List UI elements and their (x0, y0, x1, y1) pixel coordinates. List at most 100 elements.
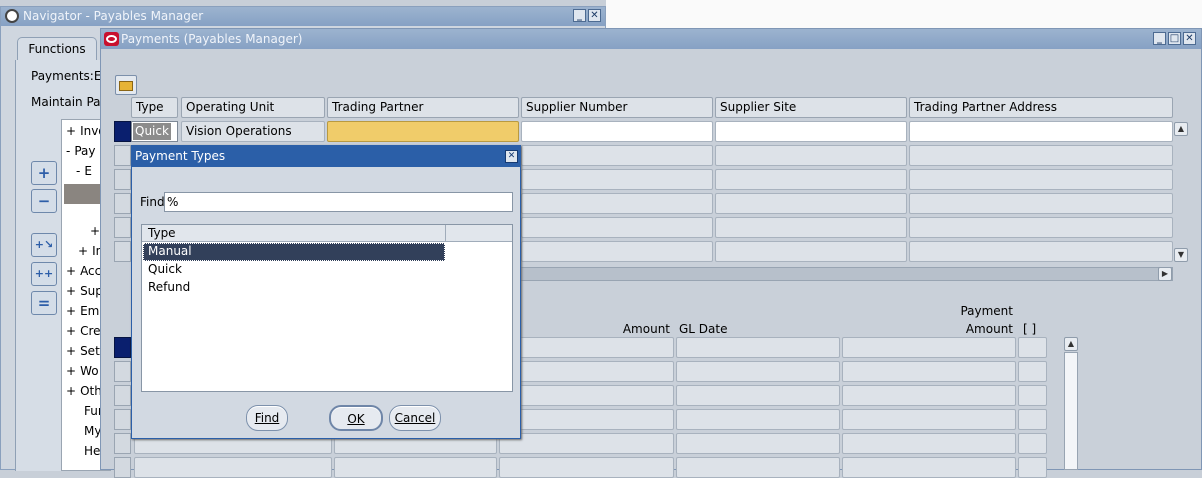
lower-grid-cell[interactable] (676, 361, 840, 382)
lower-grid-cell[interactable] (499, 361, 674, 382)
lower-row-selector[interactable] (114, 361, 131, 382)
dialog-titlebar[interactable]: Payment Types (132, 146, 520, 167)
lower-grid-cell[interactable] (1018, 385, 1047, 406)
lower-grid-cell[interactable] (499, 457, 674, 478)
type-option[interactable]: Refund (143, 279, 445, 297)
row-selector[interactable] (114, 241, 131, 262)
payments-maximize-icon[interactable]: □ (1168, 32, 1181, 45)
grid-cell[interactable] (521, 169, 713, 190)
navigator-app-icon (5, 9, 19, 23)
type-option[interactable]: Quick (143, 261, 445, 279)
tree-item-prefix: + (66, 344, 77, 358)
lower-grid-cell[interactable] (842, 361, 1016, 382)
find-input[interactable]: % (164, 192, 513, 212)
find-button[interactable]: Find (246, 405, 288, 431)
lower-grid-cell[interactable] (134, 457, 332, 478)
lower-grid-cell[interactable] (842, 337, 1016, 358)
grid-cell[interactable] (909, 169, 1173, 190)
tree-item-prefix: + (90, 224, 101, 238)
lower-grid-cell[interactable] (499, 385, 674, 406)
type-field[interactable]: Quick (131, 121, 178, 142)
lower-grid-cell[interactable] (334, 457, 497, 478)
trading-partner-address-field[interactable] (909, 121, 1173, 142)
operating-unit-field[interactable]: Vision Operations (181, 121, 325, 142)
tree-item-prefix: + (66, 324, 77, 338)
grid-cell[interactable] (909, 193, 1173, 214)
row-selector[interactable] (114, 145, 131, 166)
navigator-titlebar[interactable]: Navigator - Payables Manager (1, 7, 605, 26)
expand-branch-icon[interactable]: +↘ (31, 233, 57, 257)
lower-grid-cell[interactable] (499, 337, 674, 358)
grid-cell[interactable] (909, 217, 1173, 238)
grid-cell[interactable] (521, 145, 713, 166)
payments-title: Payments (Payables Manager) (121, 32, 303, 46)
row-selector[interactable] (114, 217, 131, 238)
grid-cell[interactable] (715, 169, 907, 190)
cancel-button[interactable]: Cancel (389, 405, 441, 431)
grid-cell[interactable] (909, 241, 1173, 262)
lower-grid-cell[interactable] (842, 385, 1016, 406)
payments-minimize-icon[interactable]: _ (1153, 32, 1166, 45)
expand-all-icon[interactable]: ++ (31, 262, 57, 286)
type-option[interactable]: Manual (143, 243, 445, 261)
dialog-close-icon[interactable]: ✕ (505, 150, 518, 163)
grid-cell[interactable] (715, 145, 907, 166)
ok-button[interactable]: OK (329, 405, 383, 431)
grid-cell[interactable] (909, 145, 1173, 166)
lower-grid-cell[interactable] (1018, 433, 1047, 454)
row-selector[interactable] (114, 193, 131, 214)
lower-row-selector[interactable] (114, 337, 131, 358)
lower-scroll-up-icon[interactable]: ▲ (1064, 337, 1078, 351)
collapse-all-icon[interactable]: = (31, 291, 57, 315)
lower-grid-cell[interactable] (499, 433, 674, 454)
minimize-icon[interactable]: _ (573, 9, 586, 22)
tree-item-label: Cre (80, 324, 101, 338)
col-operating-unit: Operating Unit (181, 97, 325, 118)
oracle-logo-icon (104, 32, 119, 46)
scroll-up-icon[interactable]: ▲ (1174, 122, 1188, 136)
find-input-value: % (167, 195, 179, 209)
lower-vertical-scrollbar[interactable] (1064, 352, 1078, 470)
lower-grid-cell[interactable] (842, 433, 1016, 454)
lower-grid-cell[interactable] (842, 457, 1016, 478)
col-type: Type (131, 97, 178, 118)
grid-cell[interactable] (715, 217, 907, 238)
supplier-number-field[interactable] (521, 121, 713, 142)
row-selector[interactable] (114, 169, 131, 190)
lower-grid-cell[interactable] (1018, 337, 1047, 358)
lower-grid-cell[interactable] (1018, 457, 1047, 478)
lower-grid-cell[interactable] (676, 433, 840, 454)
grid-cell[interactable] (715, 241, 907, 262)
lower-grid-cell[interactable] (842, 409, 1016, 430)
grid-cell[interactable] (521, 217, 713, 238)
open-folder-icon[interactable] (115, 75, 137, 95)
supplier-site-field[interactable] (715, 121, 907, 142)
grid-cell[interactable] (715, 193, 907, 214)
lower-grid-cell[interactable] (499, 409, 674, 430)
expand-icon[interactable]: + (31, 161, 57, 185)
lower-row-selector[interactable] (114, 409, 131, 430)
grid-cell[interactable] (521, 241, 713, 262)
row-selector-active[interactable] (114, 121, 131, 142)
close-icon[interactable]: ✕ (588, 9, 601, 22)
tab-functions[interactable]: Functions (17, 37, 97, 61)
lower-row-selector[interactable] (114, 385, 131, 406)
scroll-down-icon[interactable]: ▼ (1174, 248, 1188, 262)
payments-titlebar[interactable]: Payments (Payables Manager) (101, 29, 1201, 49)
lower-grid-cell[interactable] (1018, 361, 1047, 382)
lower-grid-cell[interactable] (676, 337, 840, 358)
payments-label: Payments:E (31, 69, 102, 83)
lower-grid-cell[interactable] (676, 385, 840, 406)
lower-grid-cell[interactable] (676, 409, 840, 430)
lower-row-selector[interactable] (114, 457, 131, 478)
collapse-icon[interactable]: − (31, 189, 57, 213)
lower-row-selector[interactable] (114, 433, 131, 454)
bracket-header: [ ] (1023, 322, 1037, 336)
lower-grid-cell[interactable] (676, 457, 840, 478)
tree-item-label: My (84, 424, 102, 438)
grid-cell[interactable] (521, 193, 713, 214)
payments-close-icon[interactable]: ✕ (1183, 32, 1196, 45)
scroll-right-icon[interactable]: ▶ (1158, 267, 1172, 281)
lower-grid-cell[interactable] (1018, 409, 1047, 430)
trading-partner-field[interactable] (327, 121, 519, 142)
